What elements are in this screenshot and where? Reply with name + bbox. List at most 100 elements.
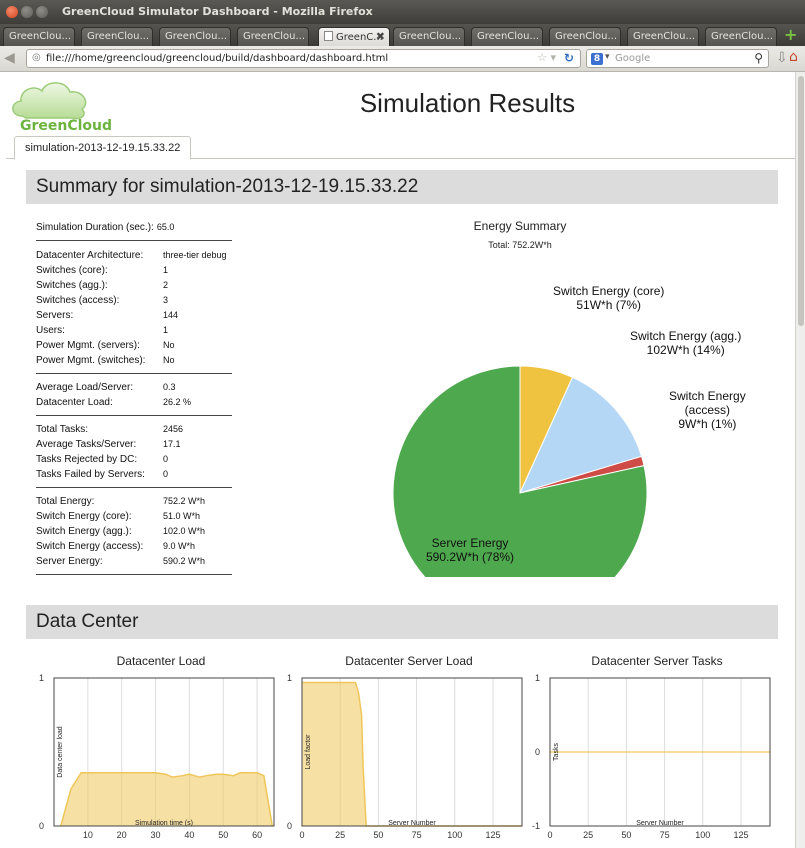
datacenter-server-load-chart: Datacenter Server Load 0 25 50 75 100 125 0 1 Se… [284, 648, 534, 848]
search-box[interactable]: 8 ▾ Google ⚲ [586, 49, 769, 68]
stat-label: Server Energy: [36, 556, 103, 567]
stat-value: 2 [163, 280, 169, 290]
back-arrow-icon[interactable]: ◀ [4, 50, 15, 66]
stat-value: 9.0 W*h [163, 541, 196, 551]
stat-value: 102.0 W*h [163, 526, 206, 536]
stat-row: Datacenter Architecture: three-tier debug [36, 250, 232, 265]
url-bar[interactable]: ◎ file:///home/greencloud/greencloud/bui… [26, 49, 581, 68]
page-icon [324, 31, 333, 41]
stat-value: 590.2 W*h [163, 556, 206, 566]
y-axis-label: Load factor [305, 734, 312, 770]
stat-value: 51.0 W*h [163, 511, 201, 521]
browser-tab[interactable]: GreenClou... [159, 27, 231, 46]
search-placeholder: Google [615, 53, 651, 64]
x-tick-label: 75 [412, 830, 422, 840]
reload-icon[interactable]: ↻ [564, 51, 574, 65]
new-tab-icon[interactable]: + [784, 25, 797, 44]
stat-row: Tasks Rejected by DC: 0 [36, 454, 232, 469]
pie-label-core-name: Switch Energy (core) [553, 284, 665, 298]
search-engine-icon[interactable]: 8 [591, 53, 603, 65]
stat-group: Datacenter Architecture: three-tier debug… [36, 250, 232, 374]
y-tick-label: -1 [532, 821, 540, 831]
pie-label-core-value: 51W*h (7%) [576, 298, 642, 312]
home-icon[interactable]: ⌂ [789, 49, 798, 65]
x-tick-label: 20 [117, 830, 127, 840]
stat-group: Average Load/Server: 0.3 Datacenter Load: 2… [36, 382, 232, 416]
window-minimize-button[interactable] [21, 6, 33, 18]
x-tick-label: 50 [373, 830, 383, 840]
stat-row: Average Tasks/Server: 17.1 [36, 439, 232, 454]
stat-label: Power Mgmt. (switches): [36, 355, 146, 366]
stat-label: Switches (core): [36, 265, 108, 276]
x-tick-label: 100 [695, 830, 710, 840]
pie-label-server: Server Energy 590.2W*h (78%) [426, 536, 514, 564]
stat-row: Users: 1 [36, 325, 232, 340]
stat-row: Total Tasks: 2456 [36, 424, 232, 439]
browser-tab[interactable]: GreenClou... [393, 27, 465, 46]
x-tick-label: 30 [151, 830, 161, 840]
globe-icon: ◎ [32, 52, 41, 63]
browser-tab-label: GreenClou... [477, 31, 540, 42]
stat-row: Switches (agg.): 2 [36, 280, 232, 295]
stat-label: Datacenter Architecture: [36, 250, 144, 261]
stat-row: Power Mgmt. (switches): No [36, 355, 232, 370]
scrollbar-thumb[interactable] [798, 76, 804, 326]
tab-simulation[interactable]: simulation-2013-12-19.15.33.22 [14, 136, 192, 160]
stat-label: Power Mgmt. (servers): [36, 340, 140, 351]
browser-tab[interactable]: GreenClou... [3, 27, 75, 46]
pie-label-server-name: Server Energy [431, 536, 509, 550]
bookmark-star-icon[interactable]: ☆ ▾ [537, 51, 556, 64]
y-axis-label: Data center load [57, 726, 64, 777]
stat-row: Switch Energy (access): 9.0 W*h [36, 541, 232, 556]
search-icon[interactable]: ⚲ [754, 51, 763, 65]
x-tick-label: 0 [547, 830, 552, 840]
datacenter-heading: Data Center [26, 605, 778, 639]
stat-value: No [163, 355, 175, 365]
x-tick-label: 50 [218, 830, 228, 840]
stat-row: Total Energy: 752.2 W*h [36, 496, 232, 511]
url-text[interactable]: file:///home/greencloud/greencloud/build… [46, 53, 388, 64]
download-icon[interactable]: ⇩ [776, 50, 788, 66]
stat-label: Tasks Rejected by DC: [36, 454, 138, 465]
stat-value: 17.1 [163, 439, 181, 449]
pie-label-server-value: 590.2W*h (78%) [426, 550, 515, 564]
x-tick-label: 0 [299, 830, 304, 840]
y-tick-label: 1 [39, 673, 44, 683]
stat-row: Switch Energy (core): 51.0 W*h [36, 511, 232, 526]
tab-close-icon[interactable]: ✖ [376, 30, 385, 43]
page-content: GreenCloud Simulation Results simulation… [0, 72, 805, 848]
series-area [302, 682, 522, 826]
x-tick-label: 125 [485, 830, 500, 840]
browser-tab[interactable]: GreenClou... [705, 27, 777, 46]
window-close-button[interactable] [6, 6, 18, 18]
search-engine-dropdown-icon[interactable]: ▾ [605, 52, 610, 62]
browser-tab[interactable]: GreenClou... [549, 27, 621, 46]
stat-value: No [163, 340, 175, 350]
x-tick-label: 125 [733, 830, 748, 840]
browser-tab[interactable]: GreenC... ✖ [318, 27, 390, 47]
stat-row: Tasks Failed by Servers: 0 [36, 469, 232, 484]
window-title: GreenCloud Simulator Dashboard - Mozilla… [62, 5, 373, 18]
y-tick-label: 0 [535, 747, 540, 757]
pie-label-core: Switch Energy (core) 51W*h (7%) [553, 284, 664, 312]
stat-label: Switch Energy (access): [36, 541, 144, 552]
page-scrollbar[interactable] [795, 72, 805, 848]
stat-label: Tasks Failed by Servers: [36, 469, 145, 480]
browser-tab[interactable]: GreenClou... [81, 27, 153, 46]
browser-tab[interactable]: GreenClou... [237, 27, 309, 46]
pie-label-agg-name: Switch Energy (agg.) [630, 329, 742, 343]
datacenter-load-svg: 10 20 30 40 50 60 0 1 Simulation time (s) Data ce… [39, 673, 275, 840]
window-maximize-button[interactable] [36, 6, 48, 18]
x-tick-label: 100 [447, 830, 462, 840]
browser-tab-label: GreenClou... [87, 31, 150, 42]
x-tick-label: 25 [335, 830, 345, 840]
x-tick-label: 10 [83, 830, 93, 840]
simulation-tabs: simulation-2013-12-19.15.33.22 [6, 136, 796, 160]
page-title: Simulation Results [359, 88, 576, 118]
stat-label: Simulation Duration (sec.): [36, 222, 154, 233]
stat-row: Simulation Duration (sec.): 65.0 [36, 222, 232, 237]
browser-tab[interactable]: GreenClou... [471, 27, 543, 46]
server-tasks-svg: 0 25 50 75 100 125 -1 0 1 Server Number Tasks [532, 673, 771, 840]
browser-tab[interactable]: GreenClou... [627, 27, 699, 46]
stat-label: Total Tasks: [36, 424, 89, 435]
